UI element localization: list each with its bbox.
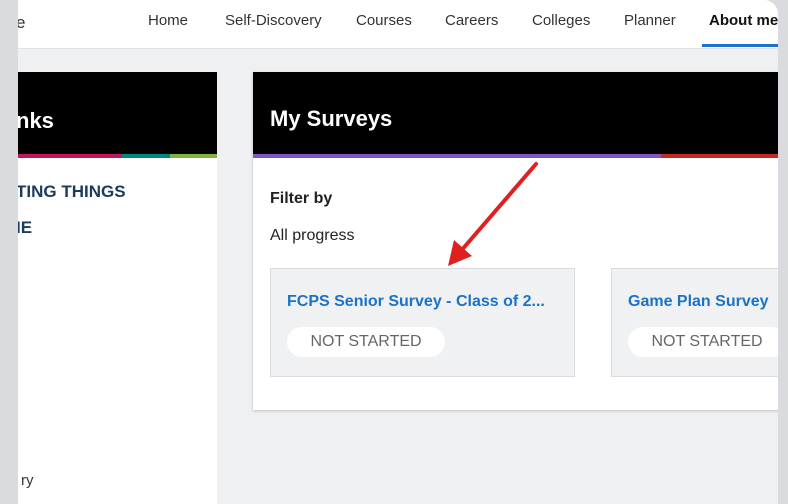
page: e Home Self-Discovery Courses Careers Co… bbox=[18, 0, 778, 504]
red-arrow-annotation bbox=[448, 162, 538, 266]
